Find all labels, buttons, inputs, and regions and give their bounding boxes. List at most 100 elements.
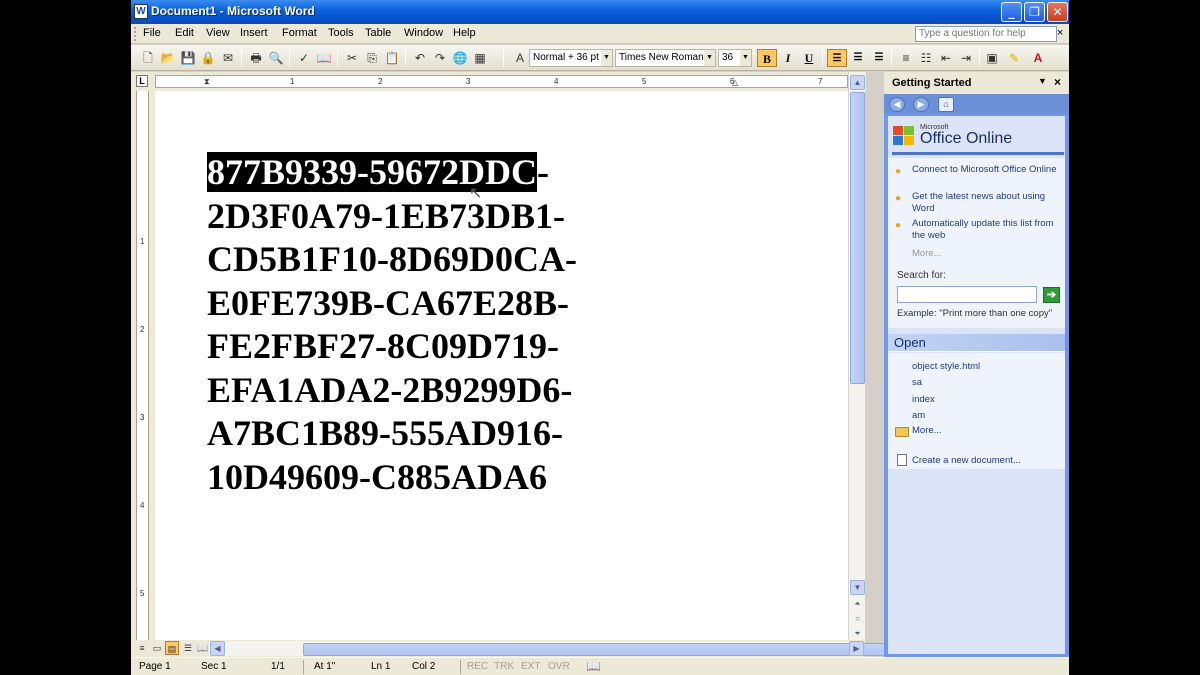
align-left-button[interactable]: ☰ bbox=[827, 49, 847, 67]
search-input[interactable] bbox=[897, 286, 1037, 303]
vertical-scrollbar[interactable]: ▲ ▼ ⏶ ○ ⏷ bbox=[848, 72, 865, 640]
reading-layout-icon[interactable]: 📖 bbox=[196, 641, 210, 655]
recent-file-item[interactable]: object style.html bbox=[912, 361, 980, 372]
font-color-icon[interactable]: A bbox=[1029, 49, 1047, 67]
spelling-icon[interactable]: ✓ bbox=[295, 49, 313, 67]
print-icon[interactable]: 🖶 bbox=[247, 49, 265, 67]
copy-icon[interactable]: ⎘ bbox=[363, 49, 381, 67]
cut-icon[interactable]: ✂ bbox=[343, 49, 361, 67]
text-line[interactable]: EFA1ADA2-2B9299D6- bbox=[207, 370, 572, 410]
link-more-disabled[interactable]: More... bbox=[912, 248, 1062, 260]
status-ovr[interactable]: OVR bbox=[548, 661, 570, 672]
status-ext[interactable]: EXT bbox=[521, 661, 540, 672]
vertical-ruler-strip[interactable]: 1 2 3 4 5 bbox=[136, 91, 149, 640]
chevron-down-icon[interactable]: ▼ bbox=[704, 50, 715, 66]
font-size-select[interactable]: 36 ▼ bbox=[718, 49, 752, 67]
menu-insert[interactable]: Insert bbox=[240, 27, 268, 39]
menubar-grip[interactable] bbox=[134, 27, 137, 41]
tab-selector[interactable]: L bbox=[136, 75, 148, 87]
numbering-icon[interactable]: ≡ bbox=[897, 49, 915, 67]
create-new-document-link[interactable]: Create a new document... bbox=[912, 455, 1021, 466]
open-more-link[interactable]: More... bbox=[912, 425, 942, 436]
decrease-indent-icon[interactable]: ⇤ bbox=[937, 49, 955, 67]
text-line[interactable]: A7BC1B89-555AD916- bbox=[207, 413, 563, 453]
scroll-thumb[interactable] bbox=[850, 92, 865, 384]
paste-icon[interactable]: 📋 bbox=[383, 49, 401, 67]
ask-question-input[interactable]: Type a question for help bbox=[915, 26, 1057, 42]
selected-text[interactable]: 877B9339-59672DDC bbox=[207, 152, 537, 192]
redo-icon[interactable]: ↷ bbox=[431, 49, 449, 67]
outline-view-icon[interactable]: ☰ bbox=[181, 641, 195, 655]
underline-button[interactable]: U bbox=[799, 49, 819, 67]
back-icon[interactable]: ◀ bbox=[889, 97, 905, 112]
forward-icon[interactable]: ▶ bbox=[913, 97, 929, 112]
style-select[interactable]: Normal + 36 pt ▼ bbox=[529, 49, 613, 67]
recent-file-item[interactable]: index bbox=[912, 394, 935, 405]
close-icon[interactable]: × bbox=[1054, 75, 1061, 89]
text-line[interactable]: CD5B1F10-8D69D0CA- bbox=[207, 239, 577, 279]
text-line[interactable]: E0FE739B-CA67E28B- bbox=[207, 283, 569, 323]
menu-edit[interactable]: Edit bbox=[175, 27, 194, 39]
ruler-strip[interactable]: ⧗ 1 2 3 4 5 6 △ 7 bbox=[155, 75, 848, 88]
highlight-icon[interactable]: ✎ bbox=[1005, 49, 1023, 67]
font-select[interactable]: Times New Roman ▼ bbox=[615, 49, 716, 67]
borders-icon[interactable]: ▣ bbox=[983, 49, 1001, 67]
spelling-status-icon[interactable]: 📖 bbox=[586, 659, 601, 673]
text-line[interactable]: - bbox=[537, 152, 549, 192]
office-online-logo[interactable]: Microsoft Office Online bbox=[892, 122, 1064, 150]
title-bar[interactable]: W Document1 - Microsoft Word _ ❐ ✕ bbox=[131, 0, 1069, 24]
undo-icon[interactable]: ↶ bbox=[411, 49, 429, 67]
close-document-icon[interactable]: × bbox=[1057, 27, 1063, 39]
permission-icon[interactable]: 🔒 bbox=[199, 49, 217, 67]
italic-button[interactable]: I bbox=[778, 49, 798, 67]
document-page[interactable]: 877B9339-59672DDC- 2D3F0A79-1EB73DB1- CD… bbox=[155, 91, 848, 640]
open-icon[interactable]: 📂 bbox=[159, 49, 177, 67]
align-right-button[interactable]: ☰ bbox=[869, 49, 889, 67]
new-document-icon[interactable]: 🗋 bbox=[139, 49, 157, 67]
scroll-down-icon[interactable]: ▼ bbox=[850, 580, 865, 595]
table-icon[interactable]: ▦ bbox=[471, 49, 489, 67]
link-latest-news[interactable]: Get the latest news about using Word bbox=[912, 191, 1062, 215]
right-indent-icon[interactable]: △ bbox=[732, 78, 738, 87]
web-layout-icon[interactable]: ▭ bbox=[150, 641, 164, 655]
link-connect-office-online[interactable]: Connect to Microsoft Office Online bbox=[912, 164, 1062, 176]
hyperlink-icon[interactable]: 🌐 bbox=[451, 49, 469, 67]
menu-window[interactable]: Window bbox=[404, 27, 443, 39]
research-icon[interactable]: 📖 bbox=[315, 49, 333, 67]
link-auto-update[interactable]: Automatically update this list from the … bbox=[912, 218, 1062, 242]
scroll-up-icon[interactable]: ▲ bbox=[850, 75, 865, 90]
email-icon[interactable]: ✉ bbox=[219, 49, 237, 67]
normal-view-icon[interactable]: ≡ bbox=[135, 641, 149, 655]
text-line[interactable]: 10D49609-C885ADA6 bbox=[207, 457, 547, 497]
recent-file-item[interactable]: am bbox=[912, 410, 925, 421]
text-line[interactable]: 2D3F0A79-1EB73DB1- bbox=[207, 196, 565, 236]
save-icon[interactable]: 💾 bbox=[179, 49, 197, 67]
chevron-down-icon[interactable]: ▼ bbox=[740, 50, 751, 66]
minimize-button[interactable]: _ bbox=[1001, 2, 1022, 22]
menu-format[interactable]: Format bbox=[282, 27, 317, 39]
previous-page-icon[interactable]: ⏶ bbox=[850, 597, 865, 612]
close-button[interactable]: ✕ bbox=[1047, 2, 1068, 22]
print-layout-icon[interactable]: ▤ bbox=[165, 641, 179, 655]
horizontal-scrollbar[interactable]: ◀ ▶ bbox=[209, 641, 919, 656]
increase-indent-icon[interactable]: ⇥ bbox=[957, 49, 975, 67]
chevron-down-icon[interactable]: ▼ bbox=[1038, 76, 1047, 86]
maximize-button[interactable]: ❐ bbox=[1024, 2, 1045, 22]
word-app-icon[interactable]: W bbox=[134, 4, 148, 19]
bullets-icon[interactable]: ☷ bbox=[917, 49, 935, 67]
status-trk[interactable]: TRK bbox=[494, 661, 514, 672]
scroll-left-icon[interactable]: ◀ bbox=[210, 641, 225, 656]
home-icon[interactable]: ⌂ bbox=[938, 97, 954, 112]
print-preview-icon[interactable]: 🔍 bbox=[267, 49, 285, 67]
recent-file-item[interactable]: sa bbox=[912, 377, 922, 388]
scroll-right-icon[interactable]: ▶ bbox=[849, 641, 864, 656]
menu-tools[interactable]: Tools bbox=[328, 27, 354, 39]
search-go-button[interactable]: ➔ bbox=[1043, 287, 1060, 303]
styles-icon[interactable]: A bbox=[511, 49, 529, 67]
chevron-down-icon[interactable]: ▼ bbox=[601, 50, 612, 66]
horizontal-scroll-thumb[interactable] bbox=[303, 643, 919, 656]
menu-help[interactable]: Help bbox=[453, 27, 476, 39]
bold-button[interactable]: B bbox=[757, 49, 777, 67]
status-rec[interactable]: REC bbox=[467, 661, 488, 672]
text-line[interactable]: FE2FBF27-8C09D719- bbox=[207, 326, 559, 366]
